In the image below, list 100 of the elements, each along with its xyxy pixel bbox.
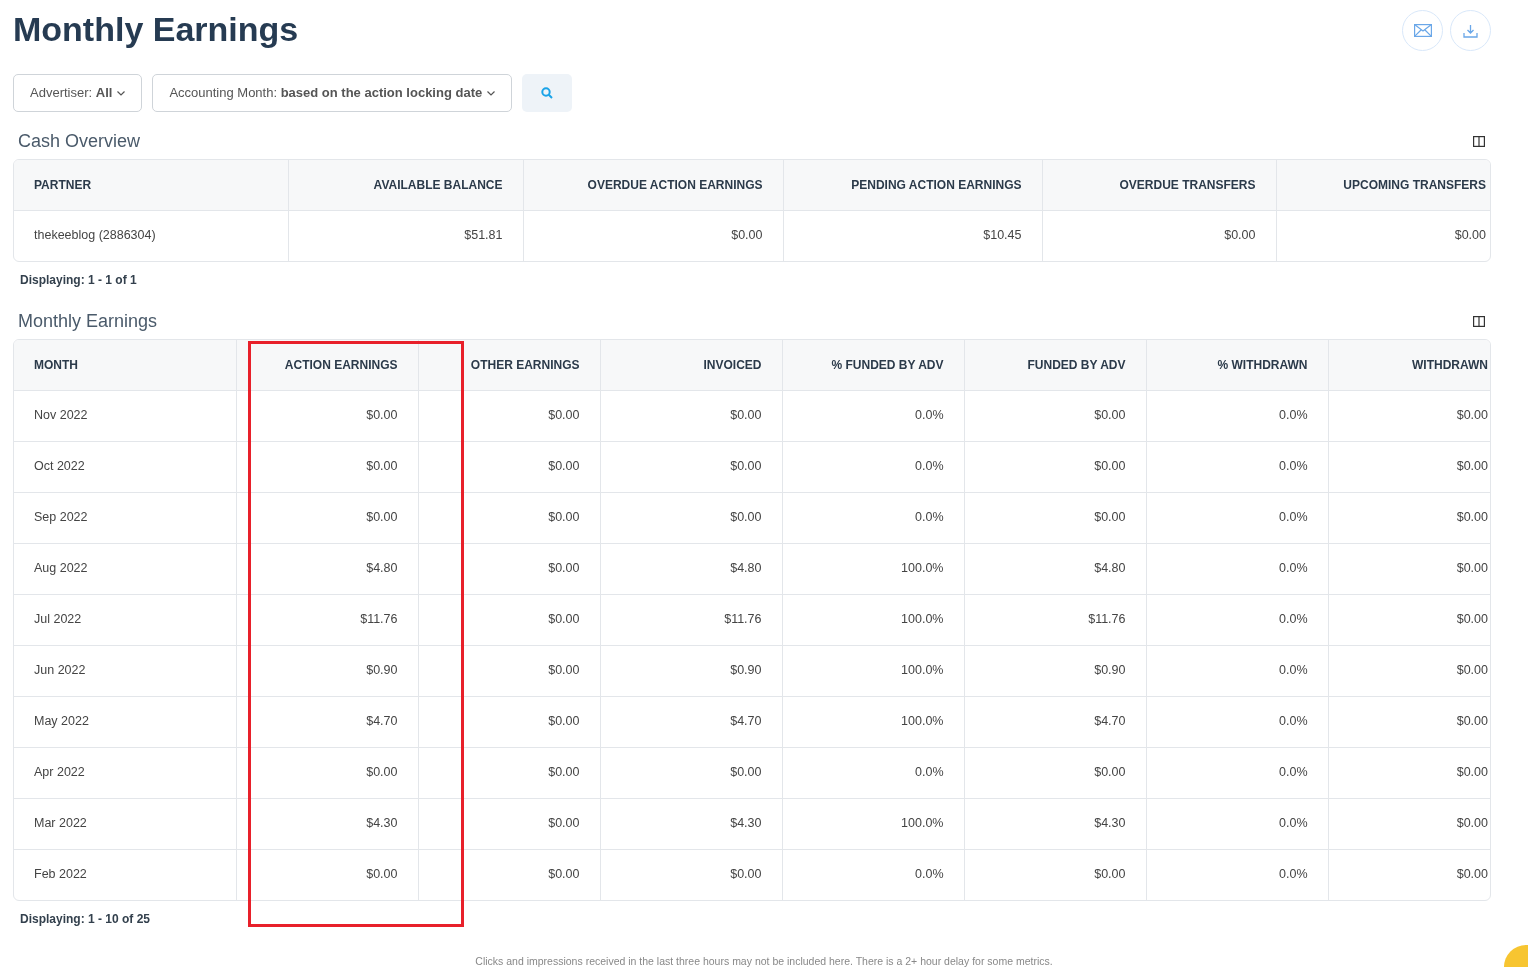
table-cell: $0.00 <box>418 849 600 900</box>
table-cell: $0.00 <box>600 492 782 543</box>
table-cell: Apr 2022 <box>14 747 236 798</box>
table-cell: $0.00 <box>964 390 1146 441</box>
table-cell: $0.00 <box>1328 696 1490 747</box>
table-cell: 100.0% <box>782 696 964 747</box>
table-cell: 0.0% <box>1146 645 1328 696</box>
footer-note: Clicks and impressions received in the last three hours may not be included here. There is a 2+ hour delay for some metrics. <box>474 956 1054 967</box>
column-header[interactable]: MONTH <box>14 340 236 390</box>
filter-dropdown[interactable]: Advertiser: All <box>13 74 143 112</box>
column-header[interactable]: PENDING ACTION EARNINGS <box>783 160 1042 210</box>
column-header[interactable]: % FUNDED BY ADV <box>782 340 964 390</box>
table-cell: Jun 2022 <box>14 645 236 696</box>
search-icon <box>541 87 554 99</box>
table-cell: $0.00 <box>418 747 600 798</box>
table-cell: 0.0% <box>1146 696 1328 747</box>
column-header[interactable]: PARTNER <box>14 160 288 210</box>
section-title: Cash Overview <box>18 129 141 153</box>
table-cell: $0.00 <box>418 390 600 441</box>
table-cell: $11.76 <box>964 594 1146 645</box>
table-cell: 0.0% <box>1146 798 1328 849</box>
table-cell: $0.00 <box>1276 210 1490 261</box>
column-header[interactable]: OVERDUE ACTION EARNINGS <box>523 160 783 210</box>
table-cell: $0.00 <box>600 849 782 900</box>
table-cell: $0.00 <box>418 798 600 849</box>
envelope-icon <box>1413 24 1432 37</box>
table-cell: Aug 2022 <box>14 543 236 594</box>
table-cell: $0.00 <box>600 747 782 798</box>
table-cell: $0.00 <box>1042 210 1276 261</box>
table-cell: 100.0% <box>782 645 964 696</box>
table-cell: 0.0% <box>782 492 964 543</box>
section-title: Monthly Earnings <box>18 309 158 333</box>
table-cell: $0.00 <box>1328 747 1490 798</box>
column-header[interactable]: AVAILABLE BALANCE <box>288 160 523 210</box>
table-cell: 100.0% <box>782 798 964 849</box>
column-header[interactable]: INVOICED <box>600 340 782 390</box>
table-cell: $0.00 <box>236 849 418 900</box>
download-icon <box>1463 23 1478 38</box>
table-cell: Jul 2022 <box>14 594 236 645</box>
table-cell: $0.90 <box>236 645 418 696</box>
table-cell: 0.0% <box>782 849 964 900</box>
table-cell: $0.00 <box>236 441 418 492</box>
page-title: Monthly Earnings <box>13 9 299 50</box>
column-header[interactable]: FUNDED BY ADV <box>964 340 1146 390</box>
table-cell: $0.00 <box>1328 849 1490 900</box>
help-button[interactable] <box>1504 945 1528 967</box>
table-cell: $4.30 <box>600 798 782 849</box>
table-cell: $0.00 <box>964 849 1146 900</box>
table-cell: $0.00 <box>1328 798 1490 849</box>
column-header[interactable]: OVERDUE TRANSFERS <box>1042 160 1276 210</box>
columns-icon[interactable] <box>1473 135 1485 147</box>
table-cell: $0.00 <box>236 492 418 543</box>
table-cell: 0.0% <box>1146 594 1328 645</box>
table-cell: $0.00 <box>964 747 1146 798</box>
columns-icon[interactable] <box>1473 315 1485 327</box>
table-cell: 0.0% <box>782 441 964 492</box>
table-cell: 0.0% <box>1146 492 1328 543</box>
table-cell: May 2022 <box>14 696 236 747</box>
table-cell: $11.76 <box>236 594 418 645</box>
table-cell: $0.00 <box>1328 441 1490 492</box>
table-cell: 0.0% <box>782 747 964 798</box>
table-cell: $4.80 <box>600 543 782 594</box>
table-cell: $0.90 <box>964 645 1146 696</box>
column-header[interactable]: % WITHDRAWN <box>1146 340 1328 390</box>
table-cell: $4.80 <box>236 543 418 594</box>
column-header[interactable]: ACTION EARNINGS <box>236 340 418 390</box>
table-cell: $0.00 <box>418 645 600 696</box>
table-cell: 0.0% <box>1146 390 1328 441</box>
table-cell: $0.00 <box>523 210 783 261</box>
table-cell: $4.70 <box>600 696 782 747</box>
table-cell: 100.0% <box>782 543 964 594</box>
chevron-down-icon <box>487 90 496 96</box>
table-cell: $0.90 <box>600 645 782 696</box>
table-cell: $0.00 <box>418 441 600 492</box>
search-button[interactable] <box>522 74 573 112</box>
table-cell: $0.00 <box>964 441 1146 492</box>
table-cell: Nov 2022 <box>14 390 236 441</box>
table-cell: $0.00 <box>1328 543 1490 594</box>
column-header[interactable]: UPCOMING TRANSFERS <box>1276 160 1490 210</box>
table-cell: $0.00 <box>964 492 1146 543</box>
table-cell: $0.00 <box>1328 492 1490 543</box>
table-cell: $4.30 <box>236 798 418 849</box>
table-cell: $4.70 <box>236 696 418 747</box>
table-cell: 0.0% <box>1146 543 1328 594</box>
pagination-info: Displaying: 1 - 10 of 25 <box>19 911 152 928</box>
table-cell: $0.00 <box>1328 645 1490 696</box>
table-cell: $4.70 <box>964 696 1146 747</box>
table-cell: $51.81 <box>288 210 523 261</box>
table-cell: 0.0% <box>1146 441 1328 492</box>
table-cell: $11.76 <box>600 594 782 645</box>
column-header[interactable]: WITHDRAWN <box>1328 340 1490 390</box>
table-cell: 0.0% <box>782 390 964 441</box>
table-cell: thekeeblog (2886304) <box>14 210 288 261</box>
table-cell: $4.30 <box>964 798 1146 849</box>
column-header[interactable]: OTHER EARNINGS <box>418 340 600 390</box>
table-cell: $0.00 <box>1328 594 1490 645</box>
chevron-down-icon <box>117 90 126 96</box>
filter-dropdown[interactable]: Accounting Month: based on the action locking date <box>152 74 513 112</box>
table-cell: $0.00 <box>418 543 600 594</box>
table-cell: $0.00 <box>418 492 600 543</box>
